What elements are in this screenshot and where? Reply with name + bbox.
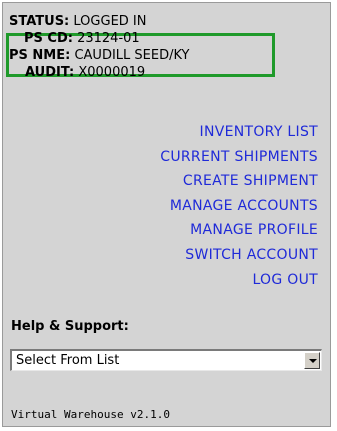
sidebar-panel: STATUS: LOGGED IN PS CD: 23124-01 PS NME…: [2, 2, 331, 427]
status-row: STATUS: LOGGED IN: [9, 13, 189, 30]
audit-value: X0000019: [78, 65, 146, 80]
select-value: Select From List: [16, 353, 120, 368]
main-menu: INVENTORY LIST CURRENT SHIPMENTS CREATE …: [160, 120, 318, 292]
ps-nme-label: PS NME:: [9, 48, 71, 63]
audit-label: AUDIT:: [25, 65, 75, 80]
version-text: Virtual Warehouse v2.1.0: [11, 408, 170, 421]
ps-nme-row: PS NME: CAUDILL SEED/KY: [9, 47, 189, 64]
menu-create-shipment[interactable]: CREATE SHIPMENT: [160, 169, 318, 194]
ps-cd-row: PS CD: 23124-01: [9, 30, 189, 47]
status-label: STATUS:: [9, 14, 70, 29]
help-support-title: Help & Support:: [11, 319, 129, 334]
audit-row: AUDIT: X0000019: [9, 64, 189, 81]
status-value: LOGGED IN: [73, 14, 147, 29]
ps-cd-value: 23124-01: [77, 31, 140, 46]
menu-switch-account[interactable]: SWITCH ACCOUNT: [160, 243, 318, 268]
menu-inventory-list[interactable]: INVENTORY LIST: [160, 120, 318, 145]
help-support-select[interactable]: Select From List: [10, 349, 322, 371]
status-block: STATUS: LOGGED IN PS CD: 23124-01 PS NME…: [9, 13, 189, 81]
chevron-down-icon[interactable]: [304, 352, 320, 369]
ps-cd-label: PS CD:: [24, 31, 73, 46]
menu-current-shipments[interactable]: CURRENT SHIPMENTS: [160, 145, 318, 170]
menu-log-out[interactable]: LOG OUT: [160, 268, 318, 293]
ps-nme-value: CAUDILL SEED/KY: [74, 48, 190, 63]
menu-manage-profile[interactable]: MANAGE PROFILE: [160, 218, 318, 243]
menu-manage-accounts[interactable]: MANAGE ACCOUNTS: [160, 194, 318, 219]
